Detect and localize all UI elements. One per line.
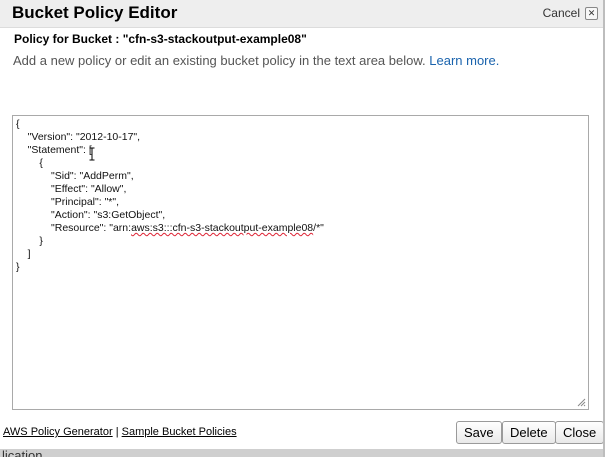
code-line: "Action": "s3:GetObject", — [16, 209, 166, 221]
delete-button[interactable]: Delete — [502, 421, 556, 444]
sample-bucket-policies-link[interactable]: Sample Bucket Policies — [122, 426, 237, 438]
cancel-link[interactable]: Cancel ✕ — [543, 6, 598, 20]
code-line: } — [16, 261, 20, 273]
code-line: "Resource": "arn:aws:s3:::cfn-s3-stackou… — [16, 222, 324, 234]
code-line: "Principal": "*", — [16, 196, 120, 208]
description: Add a new policy or edit an existing buc… — [13, 53, 499, 68]
resize-grip-icon[interactable] — [577, 398, 586, 407]
aws-policy-generator-link[interactable]: AWS Policy Generator — [3, 426, 113, 438]
close-button[interactable]: Close — [555, 421, 605, 444]
link-separator: | — [115, 426, 119, 438]
save-button[interactable]: Save — [456, 421, 502, 444]
background-page-strip: lication — [0, 449, 605, 457]
policy-text-area[interactable]: { "Version": "2012-10-17", "Statement": … — [12, 115, 589, 410]
background-partial-text: lication — [2, 449, 43, 457]
code-line: { — [16, 118, 20, 130]
bucket-policy-editor-dialog: Bucket Policy Editor Cancel ✕ Policy for… — [0, 0, 605, 457]
code-line: } — [16, 235, 43, 247]
close-icon[interactable]: ✕ — [585, 6, 598, 20]
dialog-title: Bucket Policy Editor — [12, 3, 178, 22]
spellcheck-underline: aws:s3:::cfn-s3-stackoutput-example08 — [131, 222, 314, 234]
code-line: ] — [16, 248, 31, 260]
description-text: Add a new policy or edit an existing buc… — [13, 53, 426, 68]
code-line: { — [16, 157, 43, 169]
code-line: "Sid": "AddPerm", — [16, 170, 134, 182]
code-line: "Version": "2012-10-17", — [16, 131, 141, 143]
policy-for-bucket: Policy for Bucket : "cfn-s3-stackoutput-… — [14, 32, 307, 46]
title-bar: Bucket Policy Editor Cancel ✕ — [0, 0, 605, 28]
code-line: "Effect": "Allow", — [16, 183, 127, 195]
code-line: "Statement": [ — [16, 144, 92, 156]
cancel-label[interactable]: Cancel — [543, 6, 580, 20]
footer-links: AWS Policy Generator | Sample Bucket Pol… — [3, 426, 237, 438]
policy-code[interactable]: { "Version": "2012-10-17", "Statement": … — [13, 116, 588, 274]
learn-more-link[interactable]: Learn more. — [429, 53, 499, 68]
